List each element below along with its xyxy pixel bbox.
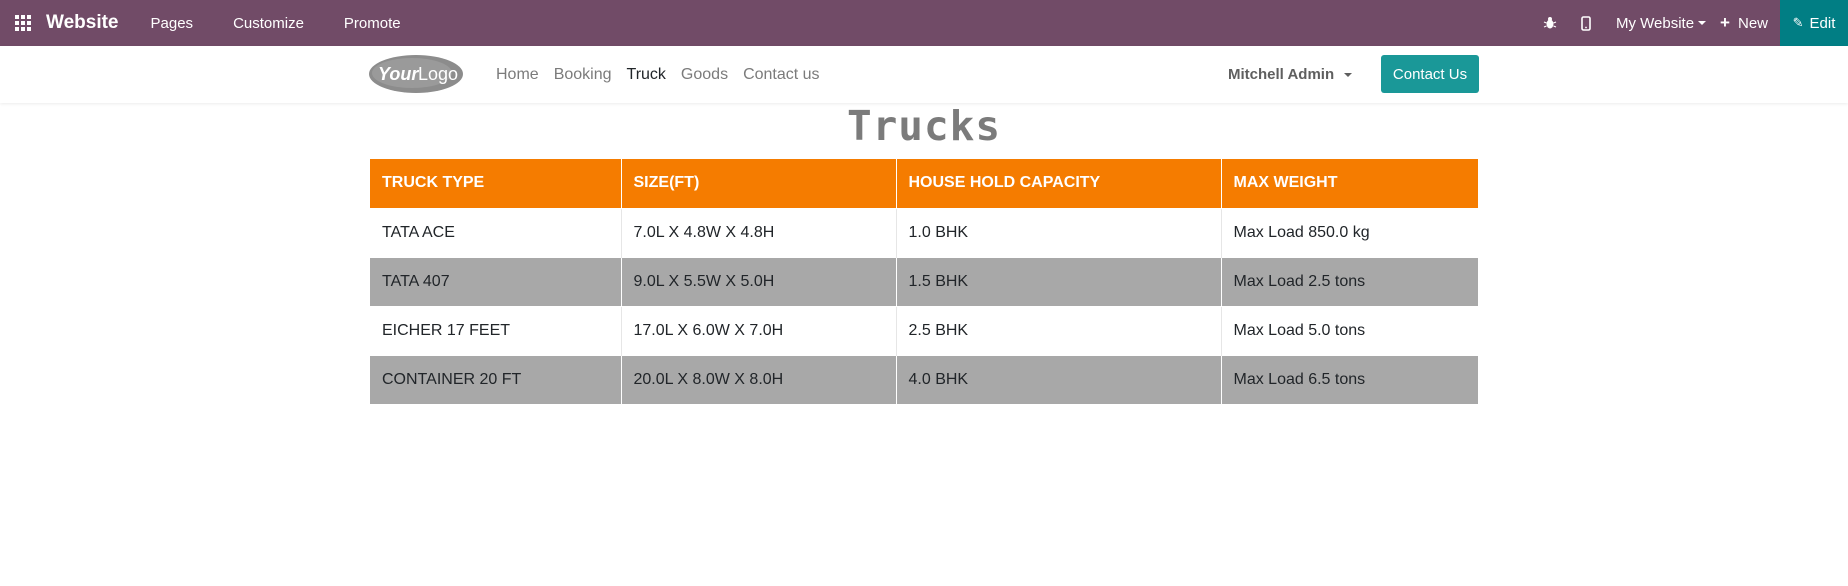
user-name: Mitchell Admin [1228, 66, 1335, 83]
cell-capacity: 1.0 BHK [896, 207, 1222, 257]
table-header-row: TRUCK TYPE SIZE(FT) HOUSE HOLD CAPACITY … [370, 159, 1478, 208]
page-title: Trucks [846, 102, 1002, 150]
cell-truck-type: TATA 407 [370, 256, 622, 306]
nav-home[interactable]: Home [496, 66, 539, 84]
cell-size: 7.0L X 4.8W X 4.8H [621, 207, 897, 257]
my-website-label: My Website [1615, 14, 1695, 32]
table-row: TATA 407 9.0L X 5.5W X 5.0H 1.5 BHK Max … [370, 256, 1478, 306]
site-logo[interactable]: Your Logo [368, 54, 464, 94]
apps-grid-icon[interactable] [0, 0, 46, 46]
cell-max-weight: Max Load 850.0 kg [1221, 207, 1478, 257]
cell-truck-type: TATA ACE [370, 207, 622, 257]
my-website-dropdown[interactable]: My Website [1615, 14, 1707, 32]
nav-goods[interactable]: Goods [681, 66, 728, 84]
cell-truck-type: EICHER 17 FEET [370, 305, 622, 355]
cell-max-weight: Max Load 2.5 tons [1221, 256, 1478, 306]
cell-max-weight: Max Load 6.5 tons [1221, 354, 1478, 404]
user-menu[interactable]: Mitchell Admin [1228, 46, 1353, 103]
table-row: EICHER 17 FEET 17.0L X 6.0W X 7.0H 2.5 B… [370, 305, 1478, 355]
chevron-down-icon [1344, 72, 1353, 77]
svg-text:Your: Your [378, 64, 419, 84]
header-capacity: HOUSE HOLD CAPACITY [896, 159, 1222, 208]
cell-capacity: 4.0 BHK [896, 354, 1222, 404]
cell-truck-type: CONTAINER 20 FT [370, 354, 622, 404]
header-size: SIZE(FT) [621, 159, 897, 208]
cell-size: 20.0L X 8.0W X 8.0H [621, 354, 897, 404]
edit-button[interactable]: ✎ Edit [1780, 0, 1848, 46]
header-truck-type: TRUCK TYPE [370, 159, 622, 208]
nav-booking[interactable]: Booking [554, 66, 612, 84]
pencil-icon: ✎ [1792, 15, 1804, 30]
debug-bug-icon[interactable] [1532, 0, 1568, 46]
cell-capacity: 2.5 BHK [896, 305, 1222, 355]
edit-label: Edit [1809, 14, 1836, 32]
menu-customize[interactable]: Customize [233, 15, 304, 32]
admin-right-tools: My Website + New ✎ Edit [1532, 0, 1848, 46]
new-button[interactable]: + New [1720, 13, 1768, 33]
menu-pages[interactable]: Pages [151, 15, 194, 32]
contact-us-button[interactable]: Contact Us [1381, 55, 1479, 93]
svg-text:Logo: Logo [418, 64, 458, 84]
site-header: Your Logo Home Booking Truck Goods Conta… [0, 46, 1848, 103]
table-row: CONTAINER 20 FT 20.0L X 8.0W X 8.0H 4.0 … [370, 354, 1478, 404]
plus-icon: + [1720, 13, 1730, 32]
menu-promote[interactable]: Promote [344, 15, 401, 32]
nav-contact-us[interactable]: Contact us [743, 66, 819, 84]
cell-size: 9.0L X 5.5W X 5.0H [621, 256, 897, 306]
admin-bar: Website Pages Customize Promote My Websi… [0, 0, 1848, 46]
cell-max-weight: Max Load 5.0 tons [1221, 305, 1478, 355]
chevron-down-icon [1698, 21, 1707, 25]
cell-size: 17.0L X 6.0W X 7.0H [621, 305, 897, 355]
mobile-preview-icon[interactable] [1568, 0, 1604, 46]
main-nav: Home Booking Truck Goods Contact us [496, 46, 835, 103]
header-max-weight: MAX WEIGHT [1221, 159, 1478, 208]
app-brand[interactable]: Website [46, 12, 119, 34]
cell-capacity: 1.5 BHK [896, 256, 1222, 306]
new-label: New [1737, 14, 1768, 32]
table-row: TATA ACE 7.0L X 4.8W X 4.8H 1.0 BHK Max … [370, 207, 1478, 257]
trucks-table: TRUCK TYPE SIZE(FT) HOUSE HOLD CAPACITY … [370, 159, 1478, 404]
nav-truck[interactable]: Truck [627, 66, 666, 84]
